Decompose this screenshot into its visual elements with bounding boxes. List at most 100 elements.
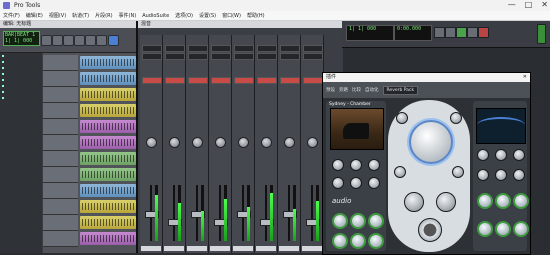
send-slot[interactable]: [211, 77, 231, 84]
track-header[interactable]: [43, 71, 78, 87]
audio-clip[interactable]: [80, 216, 136, 229]
param-knob[interactable]: [368, 177, 380, 189]
eq-knob[interactable]: [495, 221, 511, 237]
menu-window[interactable]: 窗口(W): [222, 12, 241, 19]
rewind-button[interactable]: [434, 27, 445, 38]
record-button[interactable]: [478, 27, 489, 38]
send-slot[interactable]: [188, 77, 208, 84]
eq-knob[interactable]: [495, 169, 507, 181]
minimize-button[interactable]: —: [508, 0, 516, 9]
track-header[interactable]: [43, 167, 78, 183]
selector-tool[interactable]: [63, 35, 74, 46]
mix-knob[interactable]: [350, 213, 366, 229]
menu-options[interactable]: 选项(O): [175, 12, 193, 19]
menu-setup[interactable]: 设置(S): [199, 12, 216, 19]
param-knob[interactable]: [404, 192, 424, 212]
menu-edit[interactable]: 编辑(E): [26, 12, 43, 19]
pan-knob[interactable]: [284, 137, 295, 148]
pan-knob[interactable]: [238, 137, 249, 148]
track-header[interactable]: [43, 199, 78, 215]
stop-button[interactable]: [445, 27, 456, 38]
plugin-preset-menu[interactable]: 预设: [326, 87, 335, 93]
mix-knob[interactable]: [332, 213, 348, 229]
pan-knob[interactable]: [261, 137, 272, 148]
send-slot[interactable]: [142, 77, 162, 84]
pan-knob[interactable]: [169, 137, 180, 148]
eq-knob[interactable]: [513, 149, 525, 161]
track-header[interactable]: [43, 183, 78, 199]
send-slot[interactable]: [234, 77, 254, 84]
audio-clip[interactable]: [80, 152, 136, 165]
insert-slot[interactable]: [188, 53, 208, 60]
mix-knob[interactable]: [332, 233, 348, 249]
param-knob[interactable]: [396, 112, 408, 124]
menu-audiosuite[interactable]: AudioSuite: [142, 13, 169, 19]
plugin-compare-button[interactable]: 比较: [352, 87, 361, 93]
audio-clip[interactable]: [80, 200, 136, 213]
grabber-tool[interactable]: [74, 35, 85, 46]
preset-select[interactable]: Reverb Pack: [382, 85, 419, 95]
insert-slot[interactable]: [303, 45, 323, 52]
track-header[interactable]: [43, 87, 78, 103]
pan-knob[interactable]: [307, 137, 318, 148]
menu-track[interactable]: 轨道(T): [72, 12, 89, 19]
mix-knob[interactable]: [368, 213, 384, 229]
send-slot[interactable]: [165, 77, 185, 84]
menu-event[interactable]: 事件(N): [119, 12, 137, 19]
menu-view[interactable]: 视图(V): [49, 12, 66, 19]
send-slot[interactable]: [303, 77, 323, 84]
fast-forward-button[interactable]: [467, 27, 478, 38]
audio-clip[interactable]: [80, 120, 136, 133]
smart-tool[interactable]: [108, 35, 119, 46]
insert-slot[interactable]: [165, 53, 185, 60]
insert-slot[interactable]: [280, 45, 300, 52]
insert-slot[interactable]: [142, 45, 162, 52]
close-button[interactable]: ✕: [541, 0, 548, 9]
track-header[interactable]: [43, 135, 78, 151]
eq-knob[interactable]: [513, 169, 525, 181]
plugin-bypass-button[interactable]: 旁路: [339, 87, 348, 93]
insert-slot[interactable]: [280, 53, 300, 60]
eq-knob[interactable]: [477, 149, 489, 161]
param-knob[interactable]: [368, 159, 380, 171]
zoom-tool[interactable]: [41, 35, 52, 46]
insert-slot[interactable]: [188, 45, 208, 52]
insert-slot[interactable]: [211, 45, 231, 52]
param-knob[interactable]: [436, 192, 456, 212]
track-header[interactable]: [43, 215, 78, 231]
track-header[interactable]: [43, 119, 78, 135]
eq-knob[interactable]: [495, 193, 511, 209]
pan-knob[interactable]: [192, 137, 203, 148]
eq-knob[interactable]: [513, 193, 529, 209]
param-knob[interactable]: [394, 166, 406, 178]
eq-knob[interactable]: [477, 169, 489, 181]
send-slot[interactable]: [280, 77, 300, 84]
pan-knob[interactable]: [215, 137, 226, 148]
maximize-button[interactable]: □: [525, 0, 533, 9]
track-header[interactable]: [43, 55, 78, 71]
play-button[interactable]: [456, 27, 467, 38]
insert-slot[interactable]: [211, 53, 231, 60]
audio-clip[interactable]: [80, 232, 136, 245]
audio-clip[interactable]: [80, 104, 136, 117]
track-header[interactable]: [43, 103, 78, 119]
param-knob[interactable]: [452, 166, 464, 178]
insert-slot[interactable]: [234, 53, 254, 60]
insert-slot[interactable]: [234, 45, 254, 52]
scrubber-tool[interactable]: [85, 35, 96, 46]
param-knob[interactable]: [332, 159, 344, 171]
mix-knob[interactable]: [368, 233, 384, 249]
mix-knob[interactable]: [350, 233, 366, 249]
param-knob[interactable]: [350, 177, 362, 189]
track-list-item[interactable]: [0, 95, 42, 101]
plugin-automation-button[interactable]: 自动化: [365, 87, 379, 93]
param-knob[interactable]: [350, 159, 362, 171]
trim-tool[interactable]: [52, 35, 63, 46]
audio-clip[interactable]: [80, 88, 136, 101]
insert-slot[interactable]: [257, 53, 277, 60]
menu-help[interactable]: 帮助(H): [247, 12, 265, 19]
output-big-knob[interactable]: [418, 218, 442, 242]
eq-knob[interactable]: [495, 149, 507, 161]
audio-clip[interactable]: [80, 72, 136, 85]
insert-slot[interactable]: [165, 45, 185, 52]
